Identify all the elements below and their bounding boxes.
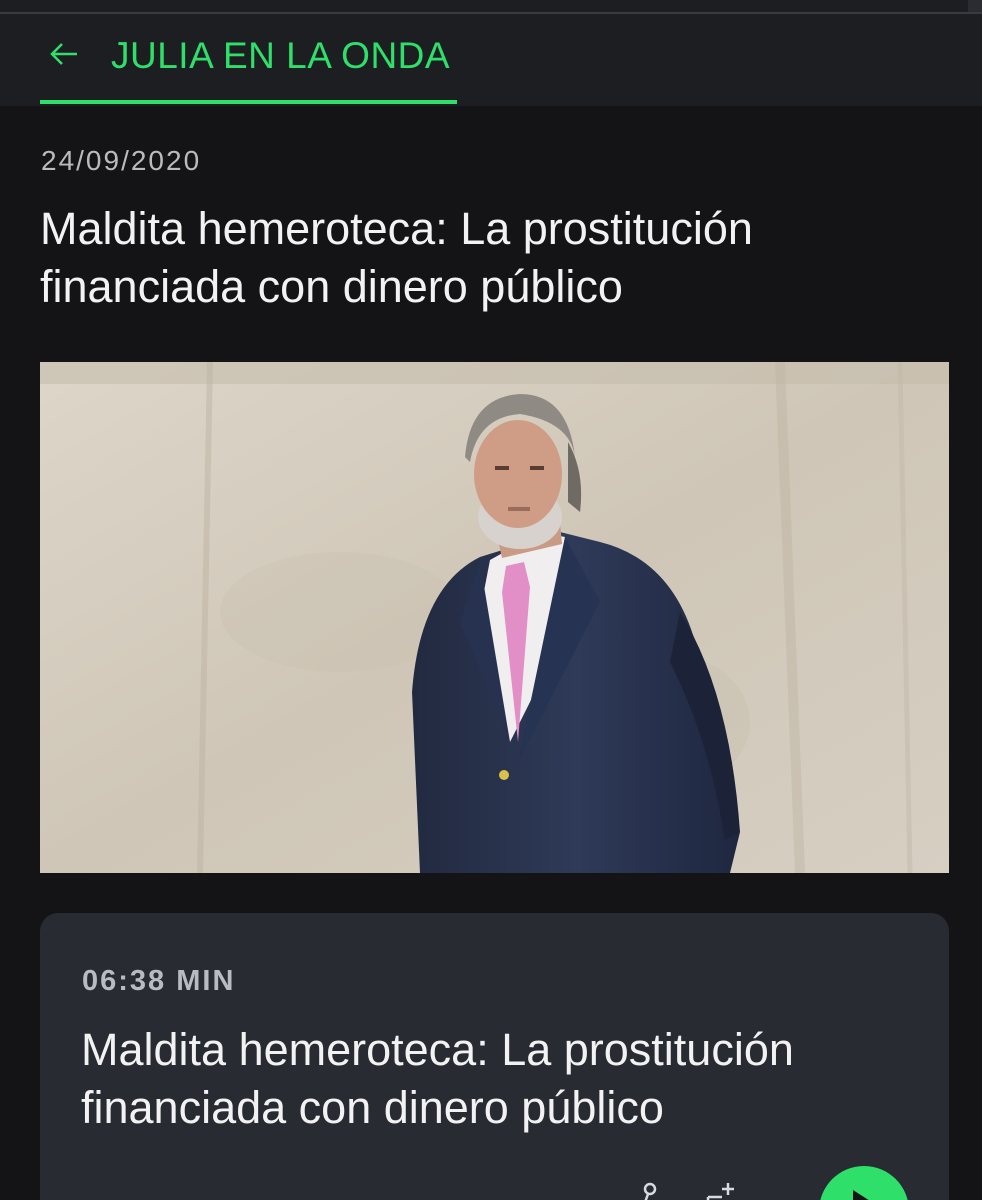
status-strip-edge <box>968 0 982 12</box>
add-to-playlist-button[interactable] <box>706 1181 740 1200</box>
article-photo <box>40 362 949 873</box>
article-photo-image <box>40 362 949 873</box>
active-tab-underline <box>40 100 457 104</box>
share-icon <box>643 1182 657 1200</box>
episode-title: Maldita hemeroteca: La prostitución fina… <box>81 1024 794 1133</box>
podcast-episode-page: JULIA EN LA ONDA 24/09/2020 Maldita heme… <box>0 0 982 1200</box>
status-strip <box>0 0 982 14</box>
audio-episode-card[interactable]: 06:38 MIN Maldita hemeroteca: La prostit… <box>40 913 949 1200</box>
publish-date: 24/09/2020 <box>41 145 202 176</box>
episode-duration: 06:38 MIN <box>82 965 236 997</box>
section-header: JULIA EN LA ONDA <box>0 14 982 106</box>
section-title[interactable]: JULIA EN LA ONDA <box>111 36 450 76</box>
play-icon <box>853 1190 869 1200</box>
play-button[interactable] <box>819 1166 909 1200</box>
add-to-playlist-icon <box>706 1183 734 1200</box>
back-button[interactable] <box>44 36 84 72</box>
article-headline: Maldita hemeroteca: La prostitución fina… <box>40 203 753 312</box>
share-button[interactable] <box>636 1181 666 1200</box>
arrow-left-icon <box>50 43 77 65</box>
